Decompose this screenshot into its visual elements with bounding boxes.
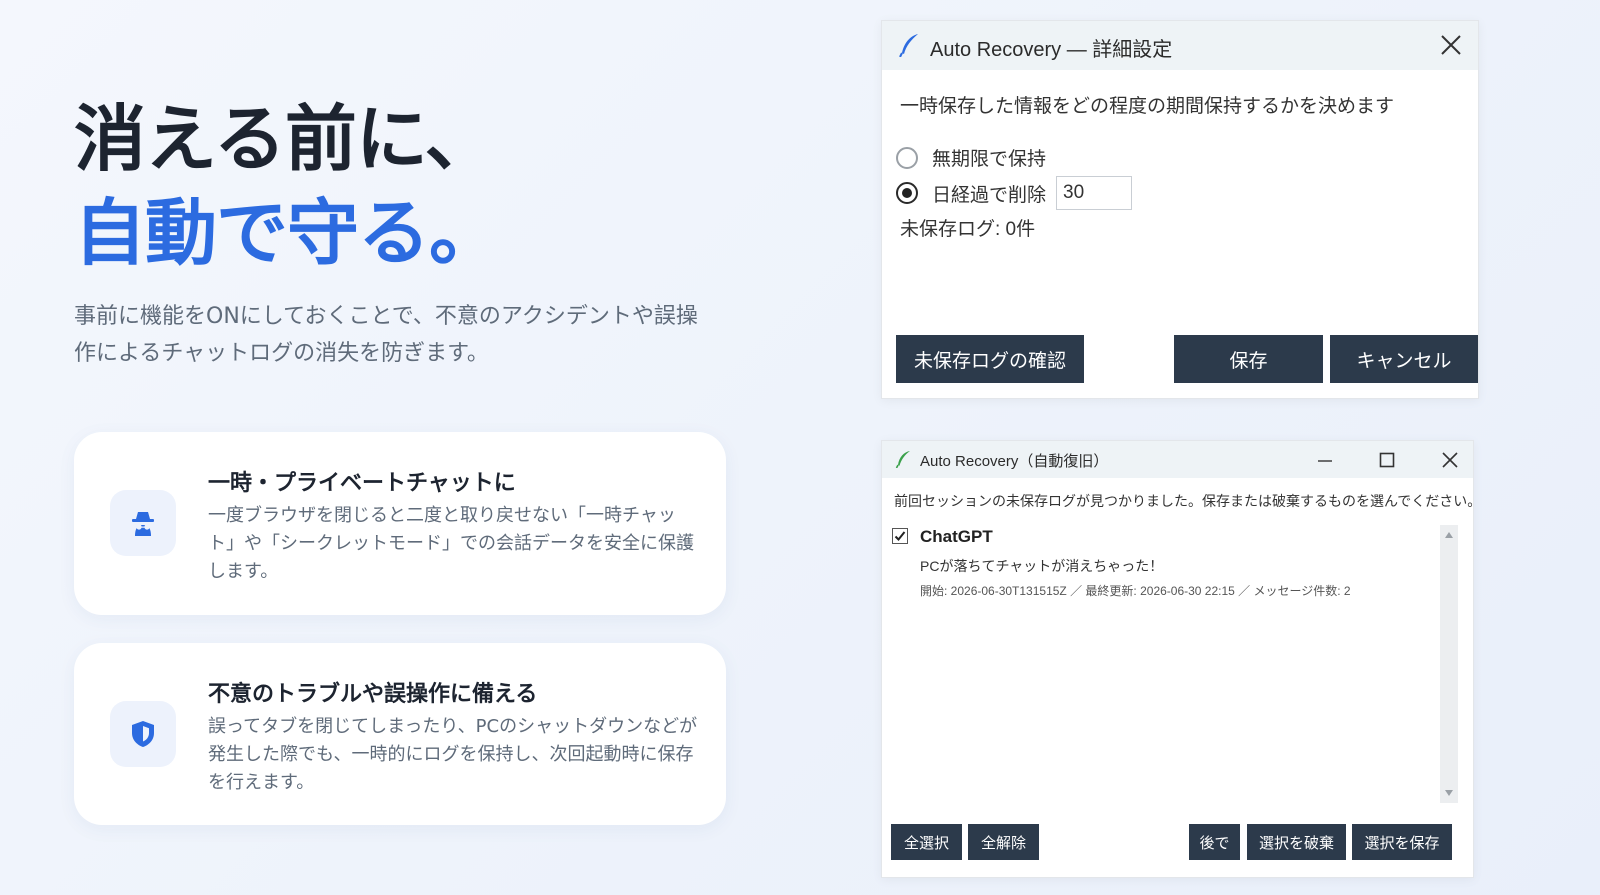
card-description: 一度ブラウザを閉じると二度と取り戻せない「一時チャット」や「シークレットモード」… <box>208 505 694 582</box>
check-icon <box>894 531 906 541</box>
close-button[interactable] <box>1437 447 1463 473</box>
card-title: 一時・プライベートチャットに <box>208 471 516 496</box>
maximize-button[interactable] <box>1374 447 1400 473</box>
later-button[interactable]: 後で <box>1189 824 1240 860</box>
incognito-icon <box>110 490 176 556</box>
radio-forever[interactable] <box>896 146 918 169</box>
discard-selected-button[interactable]: 選択を破棄 <box>1247 824 1346 860</box>
feature-card-private-chat: 一時・プライベートチャットに 一度ブラウザを閉じると二度と取り戻せない「一時チャ… <box>74 432 726 615</box>
select-all-button[interactable]: 全選択 <box>891 824 962 860</box>
item-text: PCが落ちてチャットが消えちゃった！ <box>920 558 1164 574</box>
settings-titlebar: Auto Recovery — 詳細設定 <box>882 21 1478 70</box>
hero-line-1: 消える前に、 <box>74 97 497 181</box>
option-forever-row[interactable]: 無期限で保持 <box>896 144 1046 171</box>
item-meta: 開始: 2026-06-30T131515Z ／ 最終更新: 2026-06-3… <box>920 584 1351 598</box>
cancel-button[interactable]: キャンセル <box>1330 335 1478 383</box>
maximize-icon <box>1379 452 1395 468</box>
option-forever-label: 無期限で保持 <box>932 149 1047 170</box>
recovery-window: Auto Recovery（自動復旧） 前回セッションの未保存ログが見つかりまし… <box>881 440 1481 878</box>
item-checkbox[interactable] <box>892 528 908 544</box>
scroll-down-icon[interactable] <box>1444 789 1454 797</box>
option-days-label: 日経過で削除 <box>932 184 1047 206</box>
recovery-window-title: Auto Recovery（自動復旧） <box>920 453 1109 470</box>
settings-window-title: Auto Recovery — 詳細設定 <box>930 39 1173 61</box>
close-icon <box>1441 35 1461 55</box>
feature-card-trouble: 不意のトラブルや誤操作に備える 誤ってタブを閉じてしまったり、PCのシャットダウ… <box>74 643 726 825</box>
settings-window: Auto Recovery — 詳細設定 一時保存した情報をどの程度の期間保持す… <box>881 20 1479 399</box>
scroll-up-icon[interactable] <box>1444 531 1454 539</box>
feather-icon <box>899 34 918 57</box>
radio-days[interactable] <box>896 182 918 204</box>
deselect-all-button[interactable]: 全解除 <box>968 824 1039 860</box>
check-unsaved-button[interactable]: 未保存ログの確認 <box>896 335 1084 383</box>
minimize-button[interactable] <box>1312 447 1338 473</box>
feather-icon <box>895 451 910 468</box>
close-button[interactable] <box>1438 32 1464 58</box>
save-selected-button[interactable]: 選択を保存 <box>1352 824 1452 860</box>
close-icon <box>1442 452 1458 468</box>
unsaved-log-status: 未保存ログ: 0件 <box>900 219 1036 240</box>
scrollbar[interactable] <box>1440 525 1458 803</box>
option-days-row[interactable]: 日経過で削除 <box>896 176 1133 210</box>
recovery-prompt: 前回セッションの未保存ログが見つかりました。保存または破棄するものを選んでくださ… <box>894 493 1482 509</box>
card-description: 誤ってタブを閉じてしまったり、PCのシャットダウンなどが発生した際でも、一時的に… <box>208 716 698 793</box>
hero-headline: 消える前に、 自動で守る。 <box>74 92 501 280</box>
card-title: 不意のトラブルや誤操作に備える <box>208 682 538 707</box>
hero-line-2: 自動で守る。 <box>74 191 501 275</box>
days-input[interactable] <box>1056 176 1133 210</box>
hero-lead: 事前に機能をONにしておくことで、不意のアクシデントや誤操作によるチャットログの… <box>74 304 698 366</box>
save-button[interactable]: 保存 <box>1174 335 1323 383</box>
item-title: ChatGPT <box>920 527 993 546</box>
retention-prompt: 一時保存した情報をどの程度の期間保持するかを決めます <box>900 96 1395 117</box>
minimize-icon <box>1318 460 1332 462</box>
shield-icon <box>110 701 176 767</box>
recovery-titlebar: Auto Recovery（自動復旧） <box>882 441 1473 478</box>
